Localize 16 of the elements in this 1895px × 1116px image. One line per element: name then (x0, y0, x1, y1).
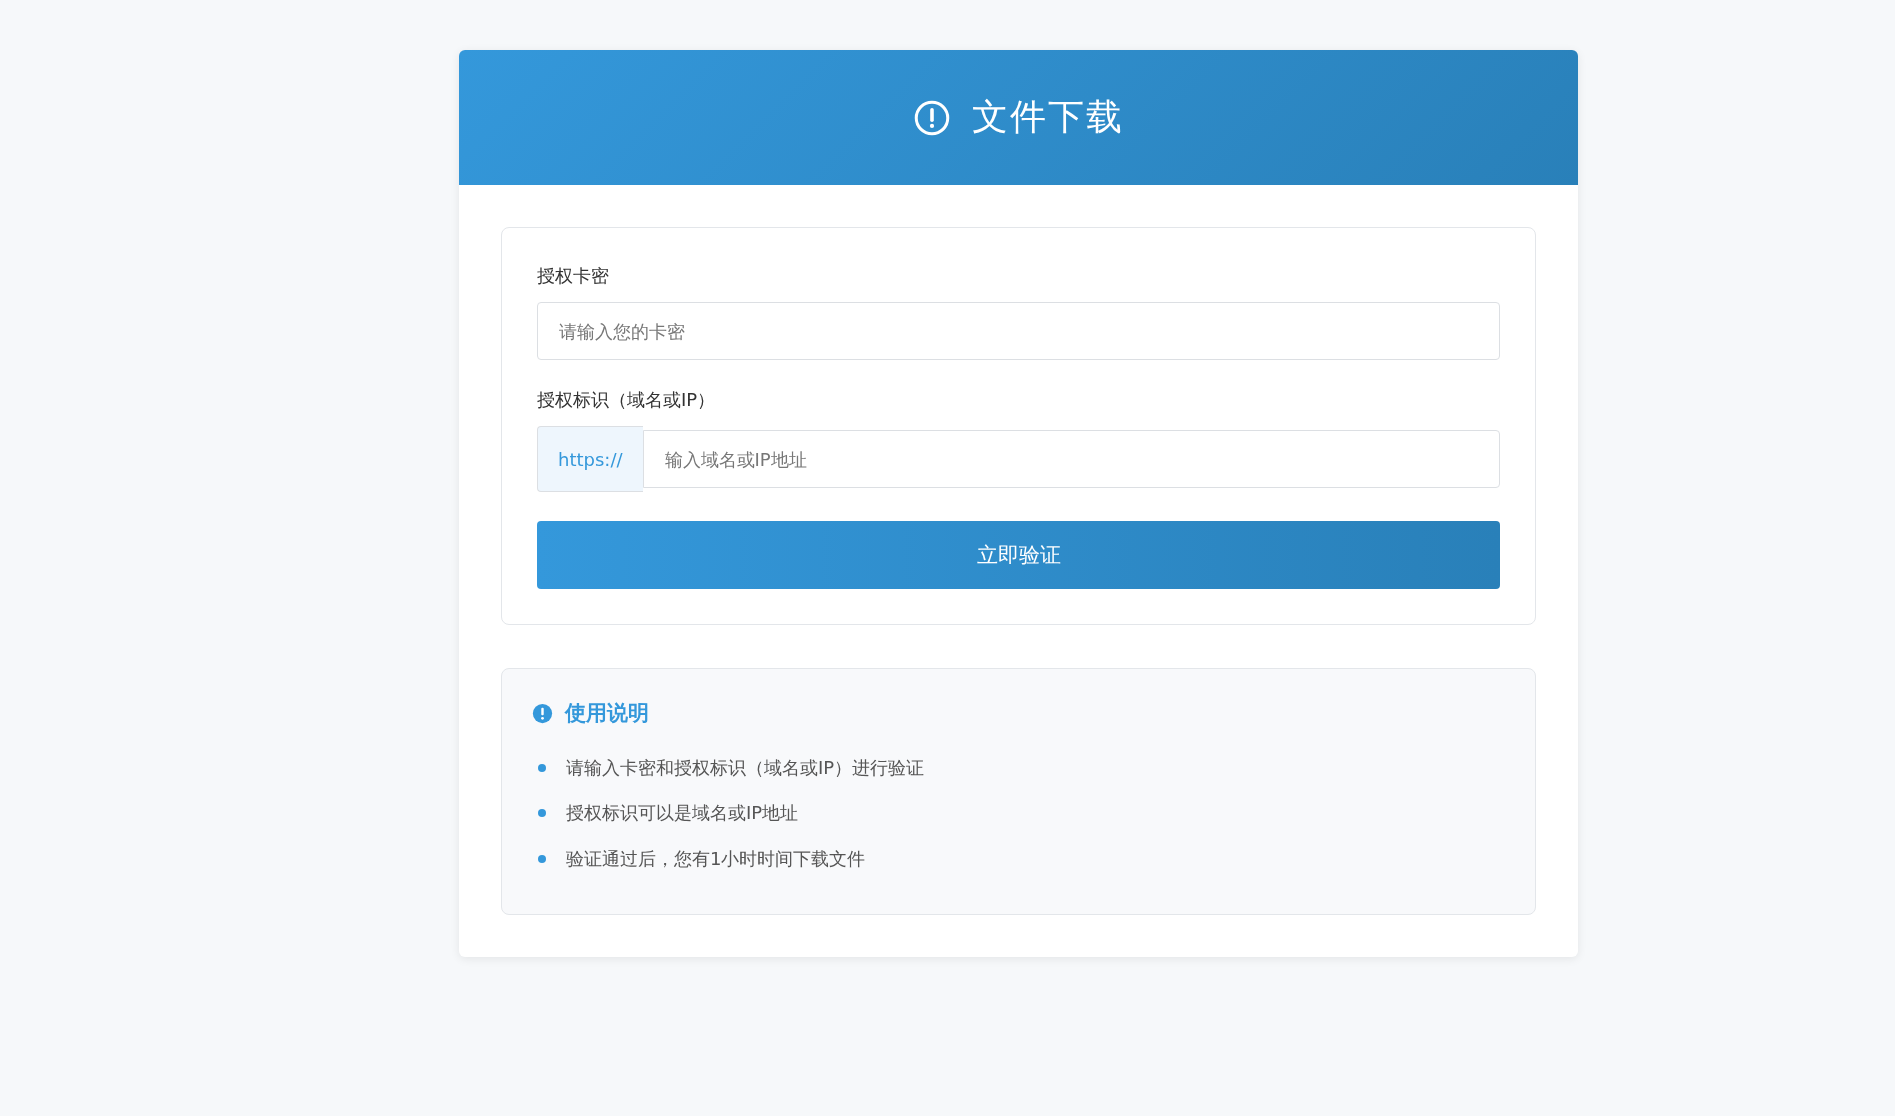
bullet-icon (538, 809, 546, 818)
url-prefix: https:// (537, 426, 643, 492)
domain-input-field[interactable]: 输入域名或IP地址 (642, 430, 1500, 488)
alert-icon (913, 99, 950, 136)
field-label: 授权标识（域名或IP） (537, 388, 717, 412)
instruction-text: 验证通过后，您有1小时时间下载文件 (566, 846, 866, 871)
info-icon (532, 702, 553, 724)
field-label: 授权卡密 (537, 264, 610, 288)
key-input-field[interactable]: 请输入您的卡密 (537, 302, 1500, 360)
page-title: 文件下载 (971, 95, 1124, 139)
verify-button[interactable]: 立即验证 (537, 521, 1500, 589)
instructions-title: 使用说明 (565, 700, 649, 727)
instruction-text: 授权标识可以是域名或IP地址 (566, 801, 799, 826)
bullet-icon (538, 763, 546, 772)
bullet-icon (538, 854, 546, 863)
instruction-text: 请输入卡密和授权标识（域名或IP）进行验证 (566, 755, 925, 780)
